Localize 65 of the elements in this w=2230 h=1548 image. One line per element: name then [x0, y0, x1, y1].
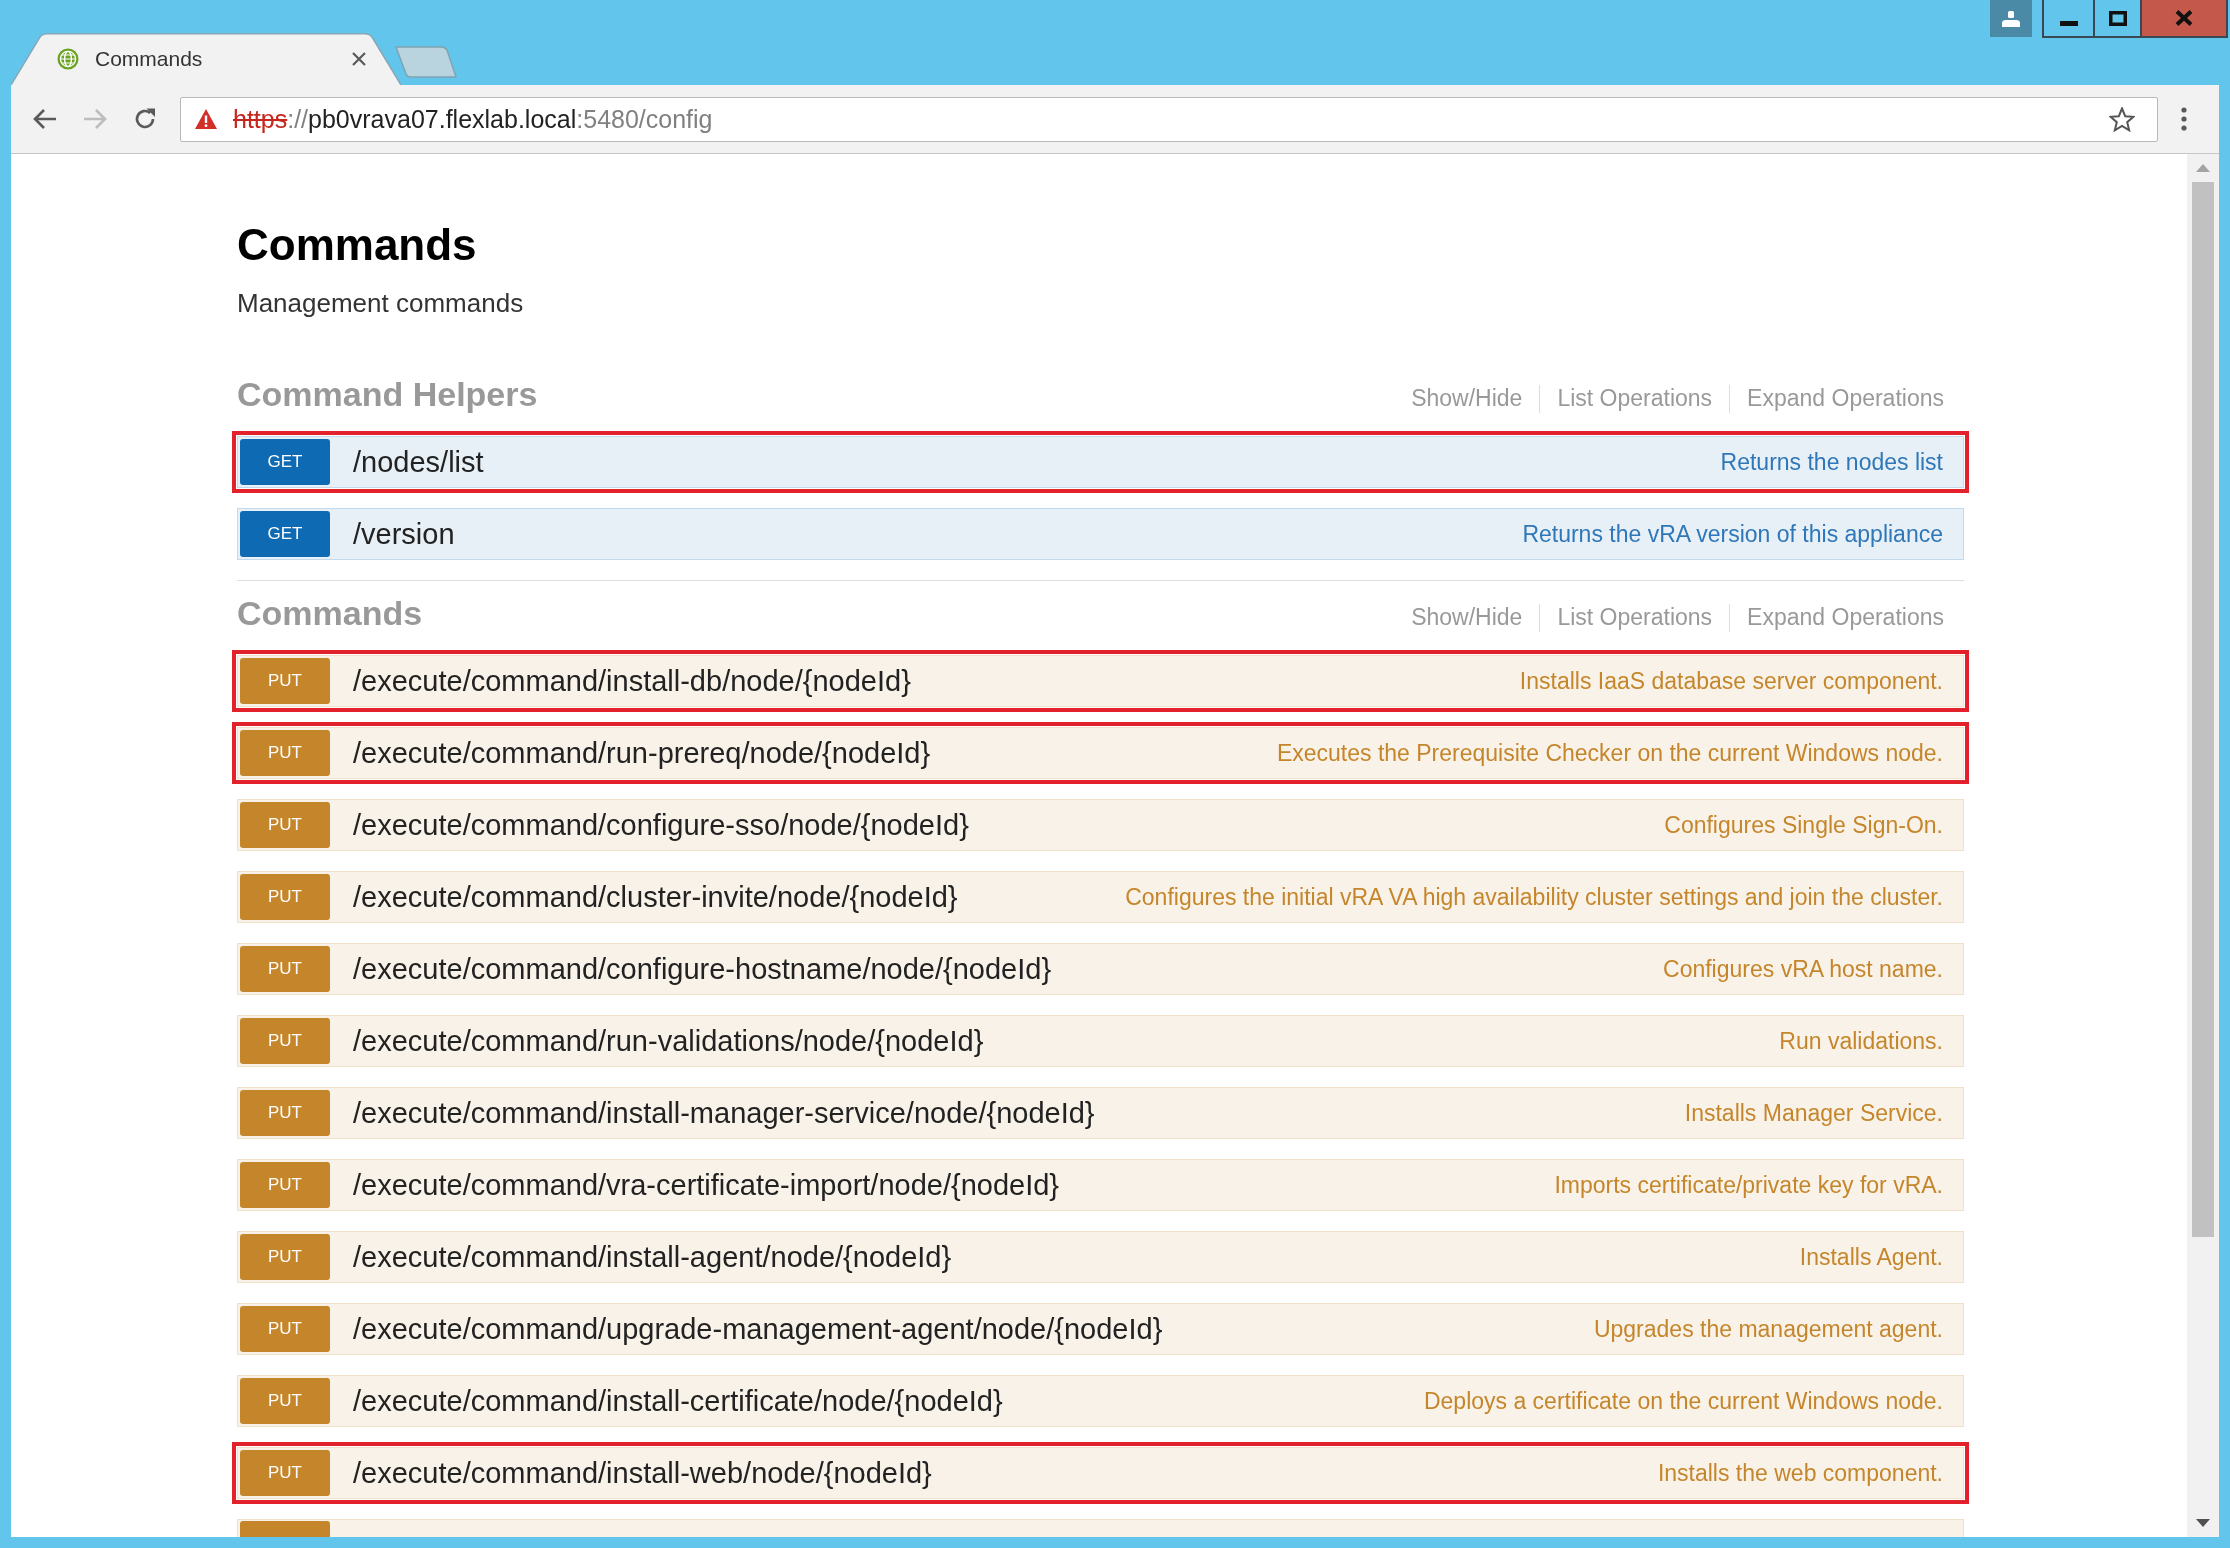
star-icon[interactable] [2109, 106, 2135, 132]
endpoint-row[interactable]: PUT /execute/command/cluster-invite/node/{nodeId} Configures the initial vRA VA high availability cluster settings and join the cluster. [237, 871, 1964, 923]
endpoint-row[interactable]: PUT /execute/command/configure-sso/node/{nodeId} Configures Single Sign-On. [237, 799, 1964, 851]
endpoint-row[interactable]: PUT /execute/command/configure-hostname/node/{nodeId} Configures vRA host name. [237, 943, 1964, 995]
address-field[interactable]: https://pb0vrava07.flexlab.local:5480/config [180, 96, 2158, 142]
endpoint-path[interactable]: /execute/command/cluster-invite/node/{nodeId} [353, 880, 958, 914]
endpoint-row[interactable]: PUT /execute/command/run-prereq/node/{nodeId} Executes the Prerequisite Checker on the current Windows node. [232, 722, 1969, 784]
endpoint-row[interactable]: PUT /execute/command/install-db/node/{nodeId} Installs IaaS database server component. [232, 650, 1969, 712]
endpoint-row[interactable]: PUT /execute/command/run-validations/node/{nodeId} Run validations. [237, 1015, 1964, 1067]
scrollbar-thumb[interactable] [2192, 182, 2214, 1237]
endpoint-summary: Executes the Prerequisite Checker on the current Windows node. [1275, 739, 1943, 767]
close-icon [2175, 10, 2193, 26]
endpoint-path[interactable]: /execute/command/run-validations/node/{nodeId} [353, 1024, 984, 1058]
close-button[interactable] [2142, 0, 2226, 36]
method-badge[interactable]: GET [240, 439, 330, 485]
minimize-icon [2059, 20, 2078, 26]
endpoint-summary: Imports certificate/private key for vRA. [1553, 1171, 1943, 1199]
endpoint-summary: Returns the nodes list [1719, 448, 1943, 476]
endpoint-path[interactable]: /execute/command/install-db/node/{nodeId} [353, 664, 911, 698]
page-description: Management commands [237, 288, 525, 319]
endpoint-row[interactable]: GET /version Returns the vRA version of this appliance [237, 508, 1964, 560]
endpoint-path[interactable]: /execute/command/install-certificate/node/{nodeId} [353, 1384, 1003, 1418]
endpoint-path[interactable]: /execute/command/install-manager-service/node/{nodeId} [353, 1096, 1095, 1130]
reload-icon[interactable] [133, 107, 157, 131]
endpoint-path[interactable]: /execute/command/configure-hostname/node/{nodeId} [353, 952, 1052, 986]
endpoint-summary: Configures the initial vRA VA high availability cluster settings and join the cluster. [1124, 883, 1943, 911]
endpoint-summary: Configures Single Sign-On. [1663, 811, 1943, 839]
close-icon[interactable] [352, 52, 366, 66]
endpoint-summary: Installs Agent. [1798, 1243, 1943, 1271]
endpoint-path[interactable]: /execute/command/run-prereq/node/{nodeId} [353, 736, 931, 770]
endpoint-summary: Configures vRA host name. [1662, 955, 1943, 983]
browser-tab[interactable]: Commands [11, 33, 401, 85]
endpoint-row[interactable]: PUT /execute/command/upgrade-management-agent/node/{nodeId} Upgrades the management agent. [237, 1303, 1964, 1355]
endpoint-row[interactable]: PUT /execute/command/install-manager-service/node/{nodeId} Installs Manager Service. [237, 1087, 1964, 1139]
person-icon [2002, 10, 2020, 27]
endpoint-path[interactable]: /nodes/list [353, 445, 484, 479]
scroll-down-icon[interactable] [2196, 1519, 2210, 1527]
url-text: https://pb0vrava07.flexlab.local:5480/config [233, 104, 714, 134]
endpoint-summary: Returns the vRA version of this appliance [1521, 520, 1943, 548]
endpoint-path[interactable]: /execute/command/vra-certificate-import/node/{nodeId} [353, 1168, 1060, 1202]
endpoint-path[interactable]: /version [353, 517, 455, 551]
endpoint-path[interactable]: /execute/command/install-web/node/{nodeId} [353, 1456, 932, 1490]
page-title: Commands [237, 219, 478, 271]
endpoint-summary: Installs the web component. [1656, 1459, 1943, 1487]
endpoint-path[interactable]: /execute/command/upgrade-management-agent/node/{nodeId} [353, 1312, 1163, 1346]
back-arrow-icon[interactable] [33, 108, 57, 130]
endpoint-row[interactable]: PUT /execute/command/install-web/node/{nodeId} Installs the web component. [232, 1442, 1969, 1504]
profile-button[interactable] [1990, 0, 2032, 37]
endpoint-row[interactable]: GET /nodes/list Returns the nodes list [232, 431, 1969, 493]
endpoint-row[interactable]: PUT /execute/command/install-agent/node/{nodeId} Installs Agent. [237, 1231, 1964, 1283]
endpoint-summary: Installs IaaS database server component. [1518, 667, 1943, 695]
endpoint-row[interactable] [237, 1519, 1964, 1537]
endpoint-summary: Run validations. [1778, 1027, 1943, 1055]
endpoint-row[interactable]: PUT /execute/command/install-certificate/node/{nodeId} Deploys a certificate on the current Windows node. [237, 1375, 1964, 1427]
globe-icon [57, 48, 79, 70]
scrollbar[interactable] [2187, 154, 2219, 1537]
endpoint-summary: Upgrades the management agent. [1592, 1315, 1943, 1343]
endpoint-summary: Installs Manager Service. [1683, 1099, 1943, 1127]
endpoint-path[interactable]: /execute/command/install-agent/node/{nodeId} [353, 1240, 952, 1274]
menu-icon[interactable] [2181, 107, 2187, 131]
endpoint-row[interactable]: PUT /execute/command/vra-certificate-import/node/{nodeId} Imports certificate/private key for vRA. [237, 1159, 1964, 1211]
method-badge[interactable]: GET [240, 511, 330, 557]
endpoint-summary: Deploys a certificate on the current Windows node. [1422, 1387, 1943, 1415]
maximize-icon [2108, 10, 2127, 26]
endpoint-path[interactable]: /execute/command/configure-sso/node/{nodeId} [353, 808, 969, 842]
